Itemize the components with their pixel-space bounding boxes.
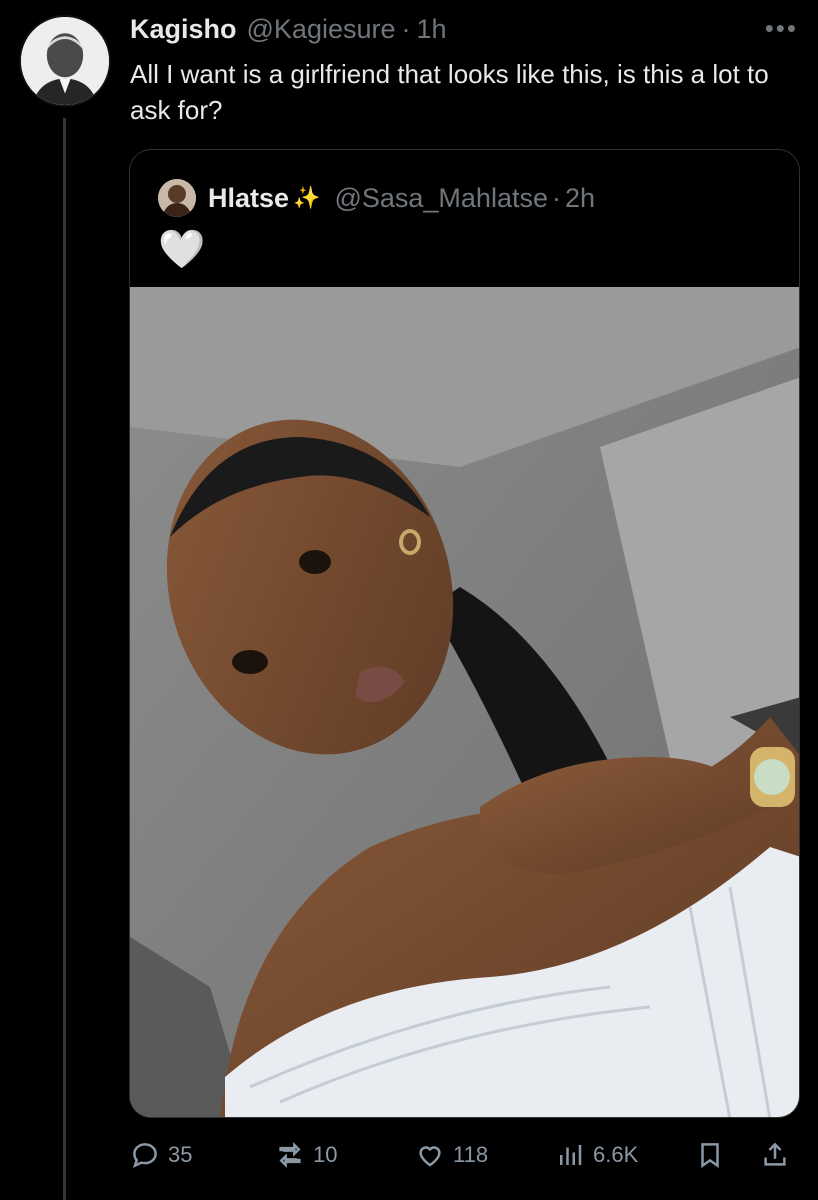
- more-horizontal-icon[interactable]: •••: [765, 15, 798, 41]
- reply-icon: [132, 1143, 157, 1168]
- separator-dot: ·: [401, 14, 411, 44]
- author-avatar[interactable]: [19, 15, 111, 107]
- author-handle[interactable]: @Kagiesure: [247, 14, 396, 45]
- quoted-tweet-text: 🤍: [158, 229, 206, 271]
- tweet-text: All I want is a girlfriend that looks li…: [130, 59, 769, 125]
- share-button[interactable]: [760, 1135, 798, 1175]
- thread-line: [63, 118, 66, 1200]
- views-button[interactable]: 6.6K: [555, 1135, 638, 1175]
- views-count: 6.6K: [593, 1142, 639, 1167]
- tweet-actions: 35 10 118 6.6K: [130, 1135, 800, 1175]
- repost-icon: [279, 1141, 301, 1169]
- sparkle-emoji: ✨: [293, 185, 321, 210]
- repost-button[interactable]: 10: [275, 1135, 337, 1175]
- reply-count: 35: [168, 1142, 193, 1167]
- heart-icon: [419, 1146, 441, 1167]
- share-icon: [764, 1142, 786, 1166]
- tweet-time[interactable]: 1h: [417, 14, 447, 45]
- quoted-tweet-card[interactable]: Hlatse ✨ @Sasa_Mahlatse · 2h 🤍: [129, 149, 800, 1118]
- like-count: 118: [453, 1142, 489, 1167]
- quoted-author-handle: @Sasa_Mahlatse: [334, 182, 548, 213]
- separator-dot: ·: [551, 182, 561, 213]
- tweet-header: Kagisho @Kagiesure · 1h •••: [130, 14, 798, 48]
- bookmark-icon: [701, 1143, 719, 1169]
- reply-button[interactable]: 35: [130, 1135, 192, 1175]
- author-name[interactable]: Kagisho: [130, 14, 237, 45]
- author-avatar-image: [21, 17, 109, 105]
- quoted-author-name: Hlatse: [208, 182, 290, 213]
- quoted-tweet-header: Hlatse ✨ @Sasa_Mahlatse · 2h: [158, 178, 595, 218]
- quoted-tweet-photo[interactable]: [130, 287, 799, 1117]
- bookmark-button[interactable]: [695, 1135, 733, 1175]
- selfie-photo-illustration: [130, 287, 799, 1117]
- quoted-tweet-time: 2h: [564, 182, 596, 213]
- like-button[interactable]: 118: [415, 1135, 488, 1175]
- quoted-author-avatar: [158, 179, 196, 217]
- views-chart-icon: [560, 1145, 582, 1165]
- quoted-avatar-image: [158, 179, 196, 217]
- repost-count: 10: [313, 1142, 338, 1167]
